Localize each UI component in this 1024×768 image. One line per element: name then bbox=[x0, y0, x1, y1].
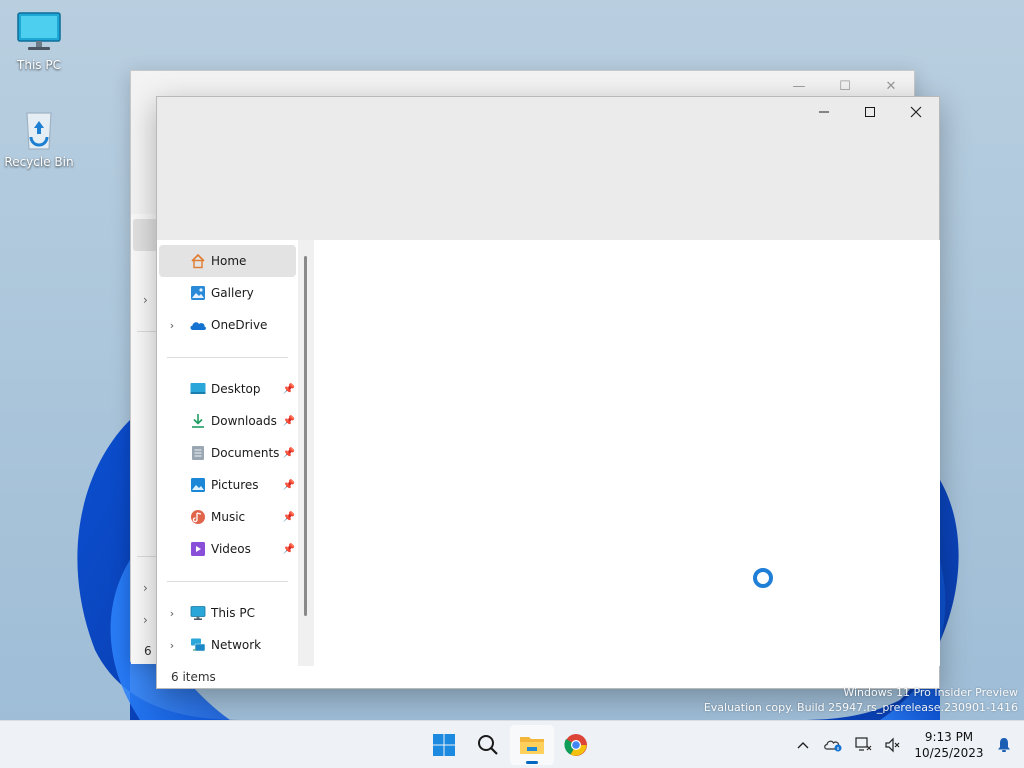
monitor-icon bbox=[17, 12, 61, 50]
notification-bell-icon[interactable] bbox=[990, 737, 1018, 753]
desktop-icon-this-pc[interactable]: This PC bbox=[3, 10, 75, 72]
onedrive-info-icon[interactable] bbox=[818, 738, 848, 752]
nav-item-label: Home bbox=[211, 254, 247, 268]
watermark-line: Windows 11 Pro Insider Preview bbox=[843, 686, 1018, 699]
gallery-icon bbox=[189, 284, 207, 302]
nav-divider bbox=[137, 331, 157, 332]
start-button[interactable] bbox=[422, 725, 466, 765]
start-icon bbox=[433, 734, 455, 756]
nav-item-label: Documents bbox=[211, 446, 280, 460]
documents-icon bbox=[189, 444, 207, 462]
evaluation-watermark: Windows 11 Pro Insider Preview Evaluatio… bbox=[704, 685, 1018, 715]
desktop-icon bbox=[189, 380, 207, 398]
nav-item-label: Gallery bbox=[211, 286, 254, 300]
explorer-window[interactable]: Home Gallery › OneDrive Desktop 📌 Downlo… bbox=[156, 96, 940, 689]
desktop-icon-label: Recycle Bin bbox=[4, 155, 74, 169]
videos-icon bbox=[189, 540, 207, 558]
nav-divider bbox=[137, 556, 157, 557]
status-bar-item-count: 6 items bbox=[171, 670, 216, 684]
chevron-up-icon[interactable] bbox=[788, 741, 818, 749]
nav-item-label: This PC bbox=[211, 606, 255, 620]
nav-scrollbar[interactable] bbox=[298, 240, 314, 666]
navigation-pane[interactable]: Home Gallery › OneDrive Desktop 📌 Downlo… bbox=[157, 240, 314, 666]
nav-item-label: Videos bbox=[211, 542, 251, 556]
search-button[interactable] bbox=[466, 725, 510, 765]
minimize-icon[interactable] bbox=[801, 97, 847, 127]
taskbar-apps bbox=[422, 725, 598, 765]
running-indicator bbox=[526, 761, 538, 764]
pin-icon[interactable]: 📌 bbox=[282, 384, 296, 395]
close-icon[interactable] bbox=[893, 97, 939, 127]
pin-icon[interactable]: 📌 bbox=[282, 416, 296, 427]
nav-item-onedrive[interactable]: › OneDrive bbox=[159, 309, 296, 341]
maximize-icon[interactable] bbox=[847, 97, 893, 127]
chrome-button[interactable] bbox=[554, 725, 598, 765]
nav-item-label: Music bbox=[211, 510, 246, 524]
chrome-icon bbox=[564, 734, 587, 756]
pin-icon[interactable]: 📌 bbox=[282, 544, 296, 555]
clock-date: 10/25/2023 bbox=[914, 746, 984, 760]
onedrive-icon bbox=[189, 316, 207, 334]
desktop-icon-label: This PC bbox=[17, 58, 61, 72]
nav-item-label: OneDrive bbox=[211, 318, 268, 332]
pin-icon[interactable]: 📌 bbox=[282, 512, 296, 523]
chevron-right-icon[interactable]: › bbox=[159, 639, 185, 652]
nav-item-label: Pictures bbox=[211, 478, 259, 492]
chevron-right-icon[interactable]: › bbox=[159, 319, 185, 332]
recycle-bin-icon bbox=[26, 112, 52, 150]
chevron-right-icon[interactable]: › bbox=[143, 581, 148, 595]
chevron-right-icon[interactable]: › bbox=[143, 613, 148, 627]
file-explorer-icon bbox=[520, 737, 544, 754]
watermark-line: Evaluation copy. Build 25947.rs_prerelea… bbox=[703, 701, 1018, 714]
nav-item-label: Network bbox=[211, 638, 262, 652]
pin-icon[interactable]: 📌 bbox=[282, 480, 296, 491]
nav-divider bbox=[167, 357, 288, 358]
network-status-icon[interactable] bbox=[848, 737, 878, 753]
desktop-icon-recycle-bin[interactable]: Recycle Bin bbox=[3, 107, 75, 169]
nav-item-documents[interactable]: Documents 📌 bbox=[159, 437, 296, 469]
caption-buttons bbox=[801, 97, 939, 127]
music-icon bbox=[189, 508, 207, 526]
search-icon bbox=[478, 735, 498, 755]
nav-item-pictures[interactable]: Pictures 📌 bbox=[159, 469, 296, 501]
nav-item-videos[interactable]: Videos 📌 bbox=[159, 533, 296, 565]
loading-spinner-icon bbox=[753, 568, 773, 588]
nav-pane-edge bbox=[131, 214, 158, 664]
network-icon bbox=[189, 636, 207, 654]
nav-item-music[interactable]: Music 📌 bbox=[159, 501, 296, 533]
volume-muted-icon[interactable] bbox=[878, 737, 908, 753]
clock-time: 9:13 PM bbox=[924, 730, 974, 744]
nav-item-gallery[interactable]: Gallery bbox=[159, 277, 296, 309]
scrollbar-thumb[interactable] bbox=[304, 256, 307, 616]
nav-item-network[interactable]: › Network bbox=[159, 629, 296, 661]
nav-item-downloads[interactable]: Downloads 📌 bbox=[159, 405, 296, 437]
pictures-icon bbox=[189, 476, 207, 494]
this-pc-icon bbox=[189, 604, 207, 622]
file-explorer-button[interactable] bbox=[510, 725, 554, 765]
nav-item-desktop[interactable]: Desktop 📌 bbox=[159, 373, 296, 405]
nav-item-label: Downloads bbox=[211, 414, 277, 428]
nav-divider bbox=[167, 581, 288, 582]
chevron-right-icon[interactable]: › bbox=[159, 607, 185, 620]
chevron-right-icon[interactable]: › bbox=[143, 293, 148, 307]
nav-item-home[interactable]: Home bbox=[159, 245, 296, 277]
clock[interactable]: 9:13 PM 10/25/2023 bbox=[908, 729, 990, 761]
home-icon bbox=[189, 252, 207, 270]
content-pane[interactable] bbox=[314, 240, 940, 666]
system-tray: 9:13 PM 10/25/2023 bbox=[788, 721, 1024, 768]
nav-item-this-pc[interactable]: › This PC bbox=[159, 597, 296, 629]
downloads-icon bbox=[189, 412, 207, 430]
pin-icon[interactable]: 📌 bbox=[282, 448, 296, 459]
taskbar: 9:13 PM 10/25/2023 bbox=[0, 720, 1024, 768]
nav-item-label: Desktop bbox=[211, 382, 261, 396]
